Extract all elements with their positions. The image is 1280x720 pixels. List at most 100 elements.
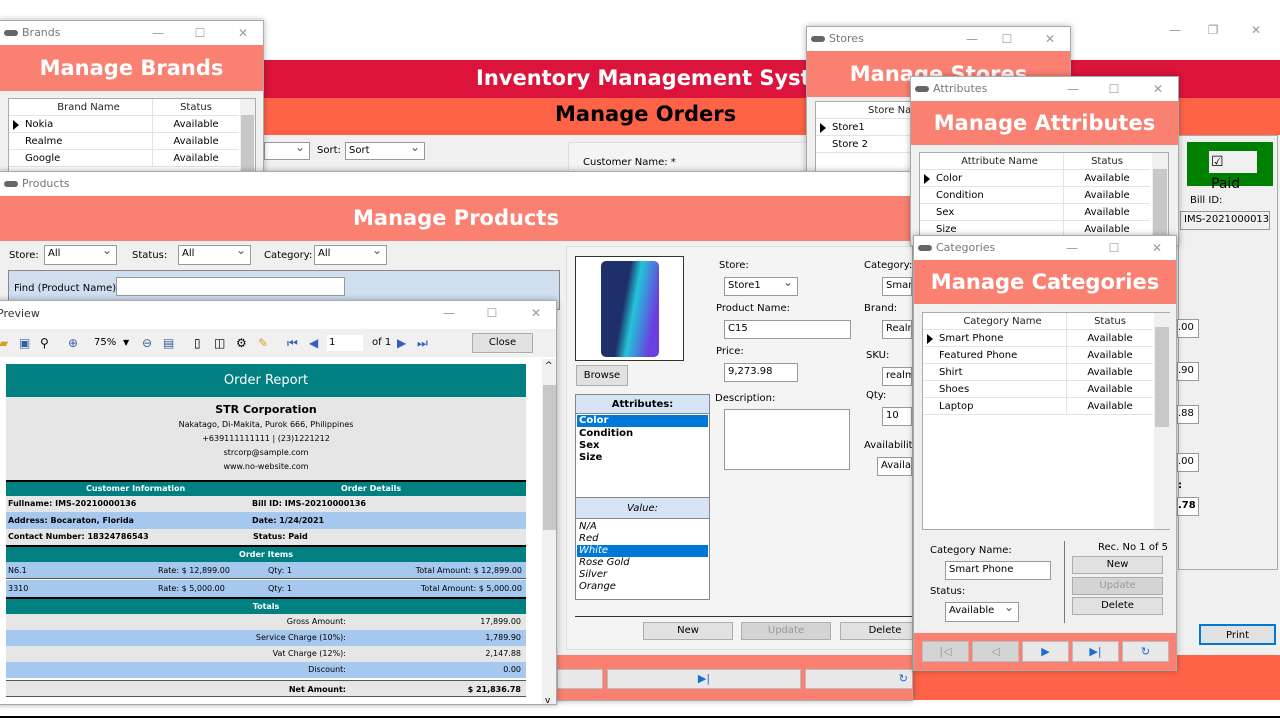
browse-button[interactable]: Browse — [576, 365, 628, 386]
table-row[interactable]: Condition Available — [920, 187, 1150, 204]
update-button[interactable]: Update — [741, 622, 831, 640]
nav-last-button[interactable]: ▶| — [1072, 641, 1119, 662]
zoom-out-icon[interactable]: ⊖ — [142, 329, 152, 357]
last-page-icon[interactable]: ⏭ — [417, 329, 428, 357]
save-icon[interactable]: ▣ — [19, 329, 30, 357]
table-row[interactable]: Smart Phone Available — [923, 330, 1153, 347]
close-button[interactable]: ✕ — [1241, 18, 1271, 42]
minimize-button[interactable]: — — [1057, 236, 1087, 260]
maximize-button[interactable]: ☐ — [992, 27, 1022, 51]
price-input[interactable]: 9,273.98 — [724, 363, 798, 382]
table-row[interactable]: Google Available — [9, 150, 239, 167]
table-row[interactable]: Shirt Available — [923, 364, 1153, 381]
attributes-list[interactable]: Attributes: Color Condition Sex Size Val… — [575, 394, 710, 600]
list-item[interactable]: Rose Gold — [576, 557, 709, 569]
edit-icon[interactable]: ✎ — [258, 329, 268, 357]
table-row[interactable]: Color Available — [920, 170, 1150, 187]
update-button[interactable]: Update — [1072, 577, 1163, 595]
table-row[interactable]: Realme Available — [9, 133, 239, 150]
multi-page-icon[interactable]: ◫ — [214, 329, 225, 357]
table-row[interactable]: Nokia Available — [9, 116, 239, 133]
sort-dropdown[interactable]: Sort — [345, 142, 425, 160]
delete-button[interactable]: Delete — [1072, 597, 1163, 615]
open-icon[interactable]: ▰ — [0, 329, 8, 357]
list-item[interactable]: Size — [576, 452, 709, 464]
close-button[interactable]: ✕ — [521, 301, 551, 325]
new-button[interactable]: New — [643, 622, 733, 640]
product-store-dropdown[interactable]: Store1 — [724, 277, 798, 296]
close-button[interactable]: ✕ — [1035, 27, 1065, 51]
close-button[interactable]: ✕ — [1143, 77, 1173, 101]
minimize-button[interactable]: — — [434, 301, 464, 325]
product-brand-dropdown[interactable]: Realm — [882, 320, 912, 339]
single-page-icon[interactable]: ▯ — [194, 329, 201, 357]
page-setup-icon[interactable]: ⚙ — [236, 329, 247, 357]
page-fit-icon[interactable]: ▤ — [163, 329, 174, 357]
table-row[interactable]: Sex Available — [920, 204, 1150, 221]
qty-input[interactable]: 10 — [882, 407, 912, 426]
list-item[interactable]: Condition — [576, 428, 709, 440]
nav-last-button[interactable]: ▶| — [607, 669, 801, 689]
vat-charge-field[interactable]: .88 — [1177, 405, 1199, 424]
availability-dropdown[interactable]: Availat — [877, 457, 912, 476]
nav-refresh-button[interactable]: ↻ — [1122, 641, 1169, 662]
list-item[interactable]: Red — [576, 533, 709, 545]
scrollbar[interactable] — [240, 99, 255, 179]
list-item[interactable]: White — [577, 545, 708, 557]
minimize-button[interactable]: — — [143, 21, 173, 45]
first-page-icon[interactable]: ⏮ — [287, 329, 298, 357]
status-filter-dropdown[interactable]: All — [178, 245, 251, 265]
minimize-button[interactable]: — — [1058, 77, 1088, 101]
close-button[interactable]: ✕ — [1142, 236, 1172, 260]
store-filter-dropdown[interactable]: All — [44, 245, 117, 265]
product-category-dropdown[interactable]: Smart — [882, 277, 912, 296]
minimize-button[interactable]: — — [957, 27, 987, 51]
nav-first-button[interactable]: |◁ — [922, 641, 969, 662]
find-product-input[interactable] — [116, 277, 345, 296]
category-filter-dropdown[interactable]: All — [314, 245, 387, 265]
sku-input[interactable]: realm — [882, 367, 912, 386]
list-item[interactable]: Color — [577, 415, 708, 427]
list-item[interactable]: Orange — [576, 581, 709, 593]
attributes-grid[interactable]: Attribute Name Status Color Available Cond… — [919, 152, 1169, 245]
restore-button[interactable]: ❐ — [1198, 18, 1228, 42]
paid-checkbox[interactable]: ☑ Paid — [1209, 151, 1257, 192]
category-status-dropdown[interactable]: Available — [945, 602, 1019, 622]
scrollbar[interactable] — [1154, 313, 1170, 529]
find-icon[interactable]: ⚲ — [40, 329, 49, 357]
gross-amount-field[interactable]: .00 — [1177, 319, 1199, 338]
product-name-input[interactable]: C15 — [724, 320, 851, 339]
zoom-dropdown[interactable]: 75% — [94, 329, 116, 357]
nav-next-button[interactable]: ▶ — [1022, 641, 1069, 662]
nav-refresh-button[interactable]: ↻ — [805, 669, 912, 689]
table-row[interactable]: Featured Phone Available — [923, 347, 1153, 364]
close-preview-button[interactable]: Close — [472, 333, 533, 353]
report-scrollbar[interactable]: ^ v — [542, 359, 556, 704]
maximize-button[interactable]: ☐ — [1099, 77, 1129, 101]
maximize-button[interactable]: ☐ — [185, 21, 215, 45]
minimize-button[interactable]: — — [1160, 18, 1190, 42]
table-row[interactable]: Shoes Available — [923, 381, 1153, 398]
discount-field[interactable]: .00 — [1177, 453, 1199, 472]
list-item[interactable]: Sex — [576, 440, 709, 452]
close-button[interactable]: ✕ — [228, 21, 258, 45]
net-amount-field[interactable]: .78 — [1177, 497, 1199, 516]
list-item[interactable]: Silver — [576, 569, 709, 581]
nav-prev-button[interactable]: ◁ — [972, 641, 1019, 662]
next-page-icon[interactable]: ▶ — [397, 329, 406, 357]
maximize-button[interactable]: ☐ — [1099, 236, 1129, 260]
category-name-input[interactable]: Smart Phone — [945, 561, 1051, 580]
delete-button[interactable]: Delete — [840, 622, 912, 640]
filter-dropdown[interactable] — [264, 142, 310, 160]
bill-id-field[interactable]: IMS-20210000136 — [1180, 211, 1270, 230]
print-button[interactable]: Print — [1199, 624, 1276, 645]
maximize-button[interactable]: ☐ — [477, 301, 507, 325]
zoom-in-icon[interactable]: ⊕ — [68, 329, 78, 357]
table-row[interactable]: Laptop Available — [923, 398, 1153, 415]
categories-grid[interactable]: Category Name Status Smart Phone Available… — [922, 312, 1170, 530]
description-input[interactable] — [724, 409, 850, 470]
scrollbar[interactable] — [1152, 153, 1168, 245]
nav-prev-button[interactable] — [557, 669, 603, 689]
service-charge-field[interactable]: .90 — [1177, 362, 1199, 381]
prev-page-icon[interactable]: ◀ — [309, 329, 318, 357]
